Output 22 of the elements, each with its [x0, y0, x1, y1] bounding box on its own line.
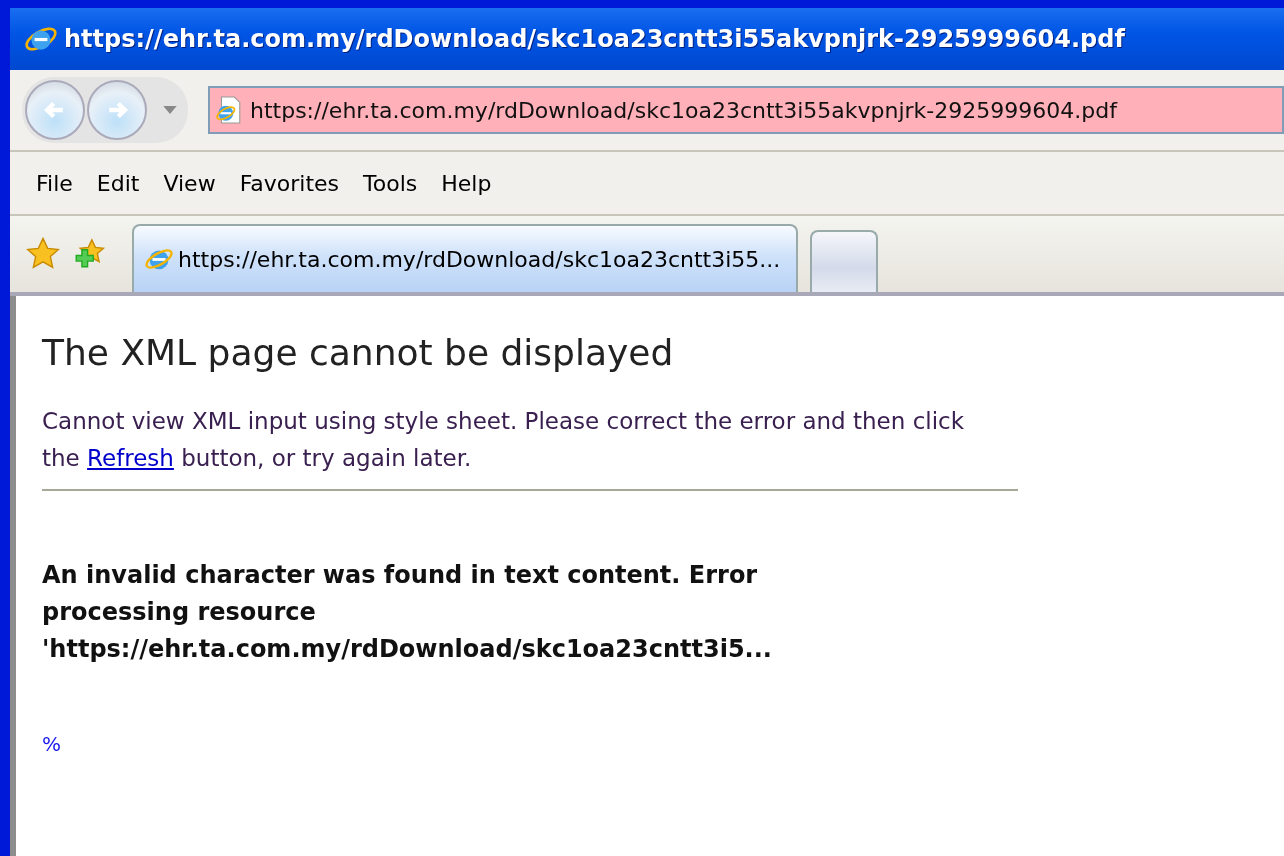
menu-item[interactable]: Tools: [351, 166, 430, 200]
window-title: https://ehr.ta.com.my/rdDownload/skc1oa23cntt3i55akvpnjrk-2925999604.pdf: [64, 25, 1125, 53]
menu-item[interactable]: Edit: [84, 166, 152, 200]
refresh-link[interactable]: Refresh: [87, 445, 174, 471]
back-button[interactable]: [25, 80, 85, 140]
source-text: %: [42, 732, 62, 756]
error-explanation: Cannot view XML input using style sheet. Please correct the error and then click the Refresh button, or try again later.: [42, 407, 966, 473]
menu-item[interactable]: Favorites: [227, 166, 352, 200]
address-text: https://ehr.ta.com.my/rdDownload/skc1oa23cntt3i55akvpnjrk-2925999604.pdf: [250, 97, 1117, 123]
dropdown-caret-icon[interactable]: [163, 106, 177, 114]
menu-item[interactable]: View: [151, 166, 228, 200]
error-message: An invalid character was found in text content. Error processing resource: [42, 560, 759, 628]
browser-tab[interactable]: https://ehr.ta.com.my/rdDownload/skc1oa23cntt3i55...: [132, 224, 799, 292]
page-icon: [216, 96, 242, 124]
forward-button[interactable]: [87, 80, 147, 140]
address-field[interactable]: https://ehr.ta.com.my/rdDownload/skc1oa23cntt3i55akvpnjrk-2925999604.pdf: [208, 86, 1284, 134]
page-heading: The XML page cannot be displayed: [42, 332, 675, 373]
new-tab-button[interactable]: [810, 230, 879, 292]
resource-url: 'https://ehr.ta.com.my/rdDownload/skc1oa23cntt3i5...: [42, 634, 773, 665]
star-icon[interactable]: [26, 237, 60, 271]
menu-item[interactable]: Help: [429, 166, 504, 200]
menu-item[interactable]: File: [24, 166, 85, 200]
